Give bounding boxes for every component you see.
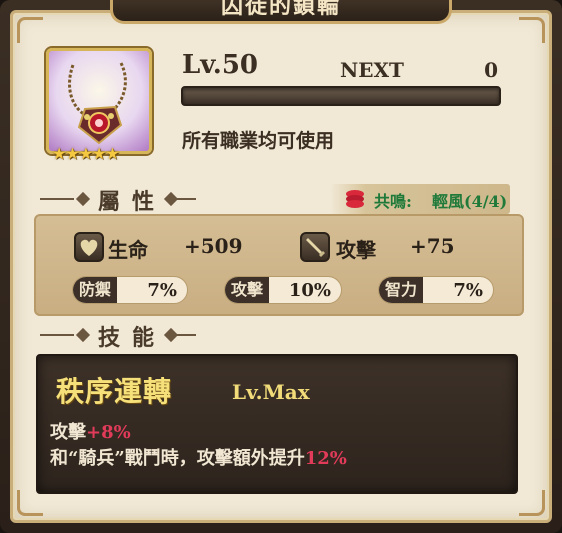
header-line	[176, 334, 196, 336]
skill-effect-line-2: 和“騎兵”戰鬥時，攻擊額外提升12%	[50, 444, 347, 470]
item-detail-window: 囚徒的鎖輪 ★★★★★ Lv.50 NEXT 0 所有職業均可使用 屬性 共鳴:…	[0, 0, 562, 533]
resonance-icon	[346, 190, 364, 208]
sub-stat-value: 7%	[147, 280, 177, 301]
corner-ornament	[17, 17, 43, 43]
header-dot	[75, 327, 91, 343]
resonance-value: 輕風(4/4)	[432, 192, 508, 211]
rarity-stars: ★★★★★	[52, 144, 120, 163]
sub-stat-defense: 防禦 7%	[72, 276, 188, 304]
window-title: 囚徒的鎖輪	[110, 0, 452, 24]
skill-effect-line-1: 攻擊+8%	[50, 418, 131, 444]
skill-header: 技能	[40, 320, 200, 351]
sub-stat-name: 智力	[379, 277, 424, 303]
attributes-header: 屬性	[40, 184, 200, 215]
stat-name-hp: 生命	[108, 238, 148, 262]
stat-name-atk: 攻擊	[336, 238, 376, 262]
skill-effect-text: 和“騎兵”戰鬥時，攻擊額外提升	[50, 448, 305, 469]
necklace-icon[interactable]	[46, 48, 152, 154]
sub-stat-name: 防禦	[73, 277, 118, 303]
skill-name: 秩序運轉	[56, 375, 173, 408]
next-label: NEXT	[340, 58, 404, 82]
sword-icon	[300, 232, 330, 262]
stat-value-atk: +75	[410, 234, 455, 258]
sub-stat-value: 10%	[288, 280, 331, 301]
heart-icon	[74, 232, 104, 262]
corner-ornament	[519, 490, 545, 516]
skill-effect-value: +8%	[86, 422, 131, 443]
sub-stat-value: 7%	[453, 280, 483, 301]
skill-title: 技能	[98, 325, 167, 351]
skill-box: 秩序運轉 Lv.Max 攻擊+8% 和“騎兵”戰鬥時，攻擊額外提升12%	[36, 354, 518, 494]
corner-ornament	[519, 17, 545, 43]
header-line	[40, 334, 74, 336]
sub-stat-intelligence: 智力 7%	[378, 276, 494, 304]
header-line	[40, 198, 74, 200]
header-dot	[75, 191, 91, 207]
exp-bar	[181, 86, 501, 106]
attributes-box: 生命 +509 攻擊 +75 防禦 7% 攻擊 10% 智力 7%	[34, 214, 524, 316]
resonance-label: 共鳴:	[374, 192, 412, 211]
header-line	[176, 198, 196, 200]
next-value: 0	[484, 58, 498, 82]
skill-effect-value: 12%	[304, 448, 347, 469]
item-level: Lv.50	[182, 50, 259, 80]
usable-classes: 所有職業均可使用	[182, 130, 335, 152]
skill-effect-text: 攻擊	[50, 422, 86, 443]
necklace-icon-art	[68, 62, 127, 145]
skill-level: Lv.Max	[232, 380, 310, 404]
resonance-badge[interactable]: 共鳴: 輕風(4/4)	[330, 184, 510, 214]
attributes-title: 屬性	[98, 189, 167, 215]
sub-stat-name: 攻擊	[225, 277, 270, 303]
sub-stat-attack: 攻擊 10%	[224, 276, 342, 304]
stat-value-hp: +509	[184, 234, 243, 258]
